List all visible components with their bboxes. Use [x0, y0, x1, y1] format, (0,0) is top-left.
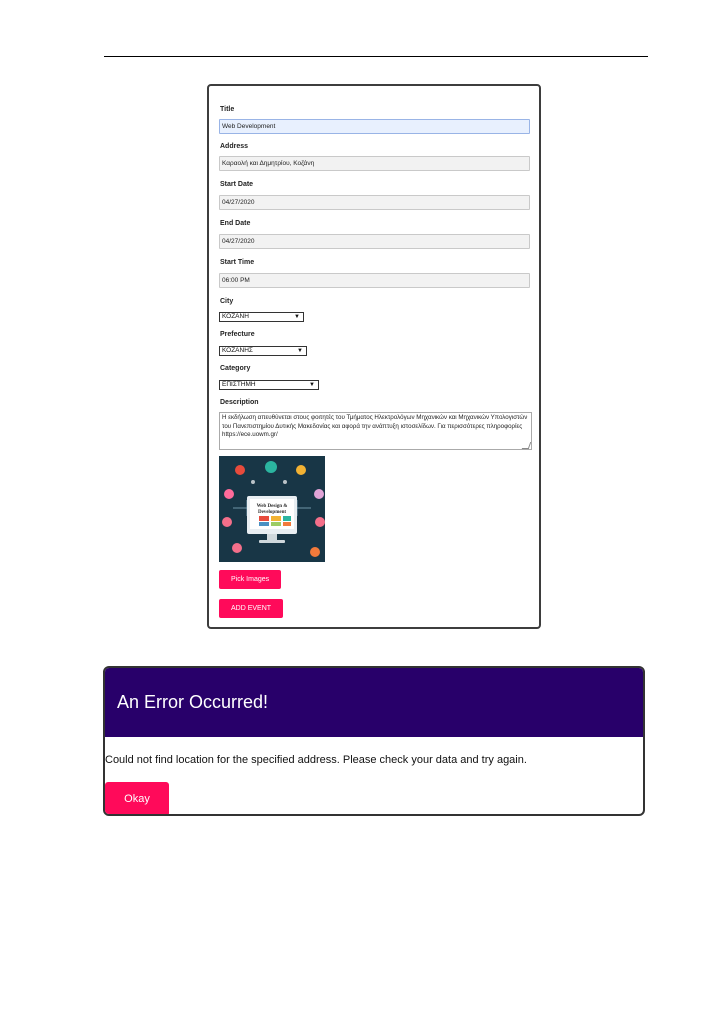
- city-select[interactable]: ΚΟΖΑΝΗ ▼: [219, 312, 304, 322]
- category-select-value: ΕΠΙΣΤΗΜΗ: [222, 381, 256, 388]
- end-date-label: End Date: [220, 220, 251, 227]
- prefecture-select-value: ΚΟΖΑΝΗΣ: [222, 347, 253, 354]
- add-event-button[interactable]: ADD EVENT: [219, 599, 284, 618]
- description-label: Description: [220, 399, 259, 406]
- start-time-label: Start Time: [220, 259, 255, 266]
- address-label: Address: [220, 143, 249, 150]
- event-image-thumbnail: Web Design & Development: [219, 456, 325, 562]
- dropdown-arrow-icon: ▼: [297, 348, 303, 354]
- pick-images-button[interactable]: Pick Images: [219, 570, 282, 589]
- start-time-input[interactable]: 06:00 PM: [219, 273, 530, 288]
- error-dialog: An Error Occurred! Could not find locati…: [103, 666, 645, 816]
- dialog-message: Could not find location for the specifie…: [105, 754, 527, 766]
- category-label: Category: [220, 365, 251, 372]
- event-form-screenshot: Title Web Development Address Καραολή κα…: [207, 84, 541, 629]
- image-caption-line1: Web Design &: [257, 504, 288, 509]
- title-label: Title: [220, 106, 235, 113]
- description-text: Η εκδήλωση απευθύνεται στους φοιτητές το…: [222, 414, 528, 439]
- page-header-rule: [104, 56, 648, 57]
- city-label: City: [220, 298, 234, 305]
- prefecture-select[interactable]: ΚΟΖΑΝΗΣ ▼: [219, 346, 307, 356]
- category-select[interactable]: ΕΠΙΣΤΗΜΗ ▼: [219, 380, 319, 390]
- title-input[interactable]: Web Development: [219, 119, 530, 134]
- image-caption-line2: Development: [258, 510, 286, 515]
- city-select-value: ΚΟΖΑΝΗ: [222, 313, 249, 320]
- start-date-input[interactable]: 04/27/2020: [219, 195, 530, 210]
- end-date-input[interactable]: 04/27/2020: [219, 234, 530, 249]
- dropdown-arrow-icon: ▼: [309, 382, 315, 388]
- okay-button[interactable]: Okay: [105, 782, 169, 814]
- dropdown-arrow-icon: ▼: [294, 314, 300, 320]
- dialog-title: An Error Occurred!: [117, 692, 269, 712]
- dialog-header: An Error Occurred!: [105, 668, 643, 737]
- start-date-label: Start Date: [220, 181, 254, 188]
- address-input[interactable]: Καραολή και Δημητρίου, Κοζάνη: [219, 156, 530, 171]
- resize-grip-icon[interactable]: [521, 442, 531, 449]
- prefecture-label: Prefecture: [220, 331, 255, 338]
- description-textarea[interactable]: Η εκδήλωση απευθύνεται στους φοιτητές το…: [219, 412, 532, 450]
